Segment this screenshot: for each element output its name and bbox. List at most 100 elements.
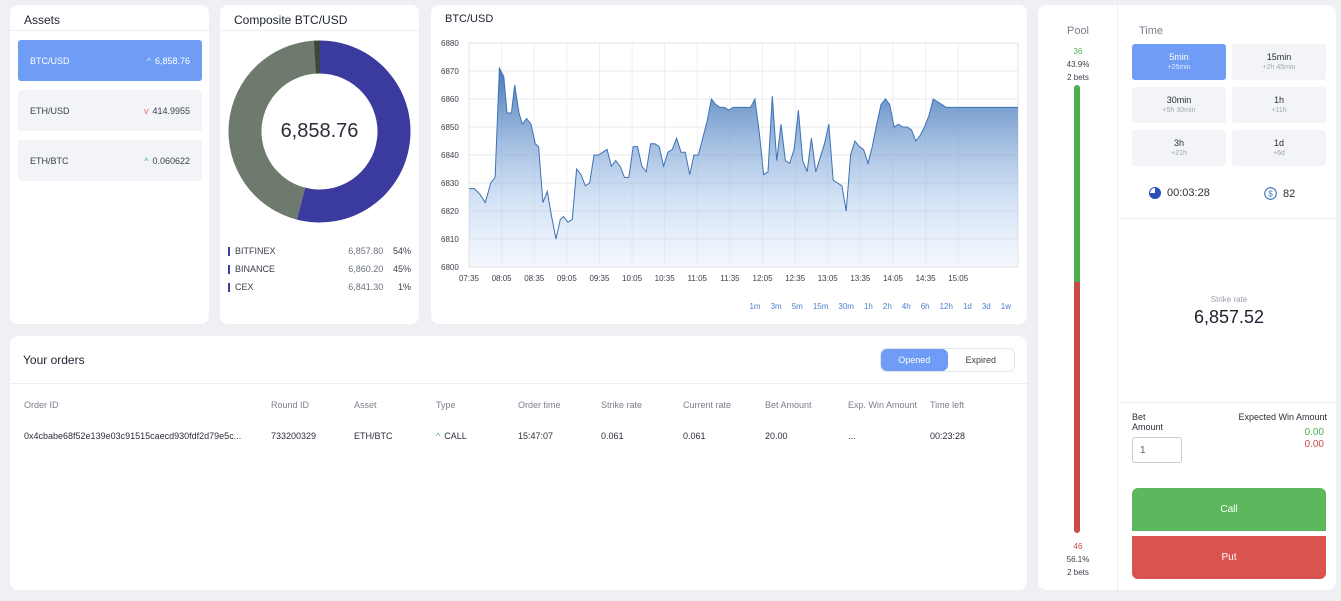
exchange-pct: 1% bbox=[397, 282, 411, 292]
asset-value: 414.9955 bbox=[152, 105, 190, 116]
x-tick-label: 12:05 bbox=[753, 274, 774, 283]
x-tick-label: 07:35 bbox=[459, 274, 480, 283]
exchange-name: CEX bbox=[234, 282, 254, 292]
composite-title: Composite BTC/USD bbox=[220, 5, 419, 31]
time-option-5min[interactable]: 5min +25min bbox=[1132, 44, 1226, 80]
timer-value: 00:03:28 bbox=[1167, 187, 1210, 199]
composite-panel: Composite BTC/USD 6,858.76 BITFINEX 6,857… bbox=[220, 5, 419, 324]
x-tick-label: 08:05 bbox=[492, 274, 513, 283]
timeframe-1w[interactable]: 1w bbox=[1001, 302, 1011, 311]
order-id: 0x4cbabe68f52e139e03c91515caecd930fdf2d7… bbox=[24, 431, 242, 441]
exchange-row-binance: BINANCE 6,860.20 45% bbox=[228, 264, 411, 274]
exchange-pct: 54% bbox=[392, 246, 411, 256]
pool-call-pct: 43.9% bbox=[1066, 60, 1090, 69]
orders-title: Your orders bbox=[23, 352, 85, 367]
asset-item-eth-usd[interactable]: ETH/USD v 414.9955 bbox=[18, 90, 202, 131]
exchange-price: 6,857.80 bbox=[348, 246, 384, 256]
svg-text:$: $ bbox=[1268, 190, 1273, 199]
asset: ETH/BTC bbox=[354, 431, 393, 441]
x-tick-label: 11:35 bbox=[720, 274, 740, 283]
table-row[interactable]: 0x4cbabe68f52e139e03c91515caecd930fdf2d7… bbox=[24, 431, 1000, 441]
x-tick-label: 08:35 bbox=[524, 274, 545, 283]
chart-title: BTC/USD bbox=[445, 13, 493, 25]
strike-rate-value: 6,857.52 bbox=[1193, 307, 1265, 327]
asset-name: ETH/BTC bbox=[30, 155, 69, 166]
time-option-15min[interactable]: 15min +2h 45min bbox=[1232, 44, 1326, 80]
arrow-up-icon: ^ bbox=[436, 431, 441, 441]
col-current-rate: Current rate bbox=[683, 400, 732, 410]
asset-value: 0.060622 bbox=[152, 155, 190, 166]
orders-table-header: Order ID Round ID Asset Type Order time … bbox=[24, 400, 1000, 410]
timeframe-3d[interactable]: 3d bbox=[982, 302, 991, 311]
x-tick-label: 14:35 bbox=[916, 274, 937, 283]
put-button[interactable]: Put bbox=[1132, 536, 1326, 579]
orders-panel: Your orders Opened Expired Order ID Roun… bbox=[10, 336, 1027, 590]
exchange-price: 6,860.20 bbox=[348, 264, 384, 274]
x-tick-label: 10:35 bbox=[655, 274, 676, 283]
expected-win-put: 0.00 bbox=[1304, 439, 1324, 450]
y-tick-label: 6820 bbox=[441, 207, 459, 216]
exchange-name: BITFINEX bbox=[234, 246, 276, 256]
time-option-1d[interactable]: 1d +6d bbox=[1232, 130, 1326, 166]
order-type: CALL bbox=[444, 431, 467, 441]
timeframe-30m[interactable]: 30m bbox=[838, 302, 854, 311]
asset-name: ETH/USD bbox=[30, 105, 70, 116]
col-asset: Asset bbox=[354, 400, 377, 410]
round-id: 733200329 bbox=[271, 431, 317, 441]
expected-win-label: Expected Win Amount bbox=[1238, 412, 1327, 422]
timeframe-3m[interactable]: 3m bbox=[771, 302, 782, 311]
timeframe-6h[interactable]: 6h bbox=[921, 302, 930, 311]
exp-win-amount: ... bbox=[848, 431, 856, 441]
col-order-time: Order time bbox=[518, 400, 561, 410]
bet-amount-input[interactable]: 1 bbox=[1132, 437, 1182, 463]
x-tick-label: 09:05 bbox=[557, 274, 578, 283]
tab-expired[interactable]: Expired bbox=[948, 349, 1015, 371]
assets-panel: Assets BTC/USD ^ 6,858.76 ETH/USD v 414.99… bbox=[10, 5, 209, 324]
y-tick-label: 6870 bbox=[441, 67, 459, 76]
time-option-1h[interactable]: 1h +11h bbox=[1232, 87, 1326, 123]
price-chart[interactable]: BTC/USD 6800 6810 6820 6830 6840 6850 6860 6870… bbox=[431, 5, 1027, 324]
x-tick-label: 13:35 bbox=[850, 274, 871, 283]
timeframe-1d[interactable]: 1d bbox=[963, 302, 972, 311]
pool-call-count: 36 bbox=[1073, 47, 1083, 56]
x-tick-label: 11:05 bbox=[688, 274, 708, 283]
y-tick-label: 6830 bbox=[441, 179, 459, 188]
timeframe-5m[interactable]: 5m bbox=[792, 302, 803, 311]
col-type: Type bbox=[436, 400, 456, 410]
coin-value: 82 bbox=[1283, 187, 1296, 200]
col-exp-win-amount: Exp. Win Amount bbox=[848, 400, 918, 410]
time-option-30min[interactable]: 30min +5h 30min bbox=[1132, 87, 1226, 123]
x-tick-label: 15:05 bbox=[948, 274, 969, 283]
pool-put-pct: 56.1% bbox=[1066, 555, 1090, 564]
timeframe-4h[interactable]: 4h bbox=[902, 302, 911, 311]
asset-item-btc-usd[interactable]: BTC/USD ^ 6,858.76 bbox=[18, 40, 202, 81]
price-chart-panel: BTC/USD 6800 6810 6820 6830 6840 6850 6860 6870… bbox=[431, 5, 1027, 324]
timeframe-15m[interactable]: 15m bbox=[813, 302, 829, 311]
col-bet-amount: Bet Amount bbox=[765, 400, 812, 410]
order-time: 15:47:07 bbox=[518, 431, 554, 441]
timeframe-1m[interactable]: 1m bbox=[749, 302, 760, 311]
call-button[interactable]: Call bbox=[1132, 488, 1326, 531]
pool-put-bets: 2 bets bbox=[1067, 568, 1089, 577]
x-tick-label: 13:05 bbox=[818, 274, 839, 283]
timeframe-1h[interactable]: 1h bbox=[864, 302, 873, 311]
exchange-row-cex: CEX 6,841.30 1% bbox=[228, 282, 411, 292]
orders-tab-toggle: Opened Expired bbox=[880, 347, 1015, 372]
composite-value: 6,858.76 bbox=[280, 120, 359, 142]
x-tick-label: 10:05 bbox=[622, 274, 643, 283]
expected-win-call: 0.00 bbox=[1304, 427, 1324, 438]
timeframe-selector: 1m 3m 5m 15m 30m 1h 2h 4h 6h 12h 1d 3d 1w bbox=[749, 302, 1011, 311]
time-option-3h[interactable]: 3h +21h bbox=[1132, 130, 1226, 166]
strike-rate-label: Strike rate bbox=[1210, 295, 1248, 304]
pool-put-bar bbox=[1074, 282, 1080, 533]
y-tick-label: 6860 bbox=[441, 95, 459, 104]
y-tick-label: 6880 bbox=[441, 39, 459, 48]
bet-amount-label: Bet Amount bbox=[1132, 412, 1164, 432]
asset-item-eth-btc[interactable]: ETH/BTC ^ 0.060622 bbox=[18, 140, 202, 181]
pool-call-bets: 2 bets bbox=[1067, 73, 1089, 82]
timeframe-2h[interactable]: 2h bbox=[883, 302, 892, 311]
arrow-up-icon: ^ bbox=[144, 155, 149, 166]
series-area bbox=[469, 68, 1018, 267]
timeframe-12h[interactable]: 12h bbox=[940, 302, 953, 311]
tab-opened[interactable]: Opened bbox=[881, 348, 948, 371]
